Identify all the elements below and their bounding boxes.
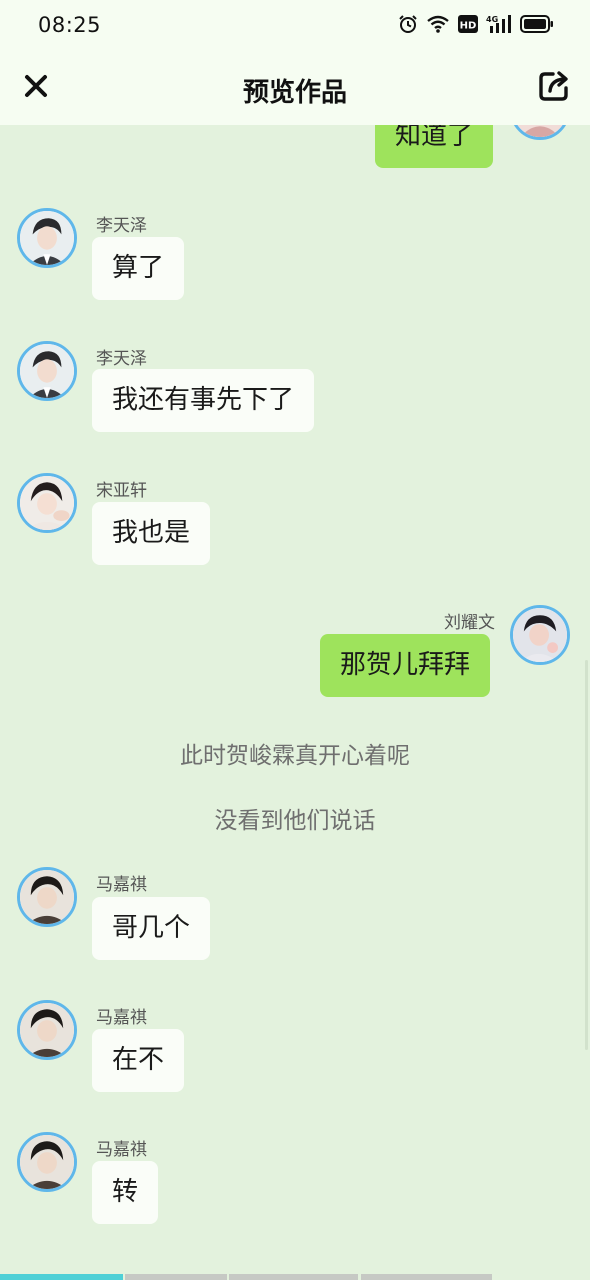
sender-name: 马嘉祺 xyxy=(96,1140,147,1160)
network-label: 4G xyxy=(486,15,498,24)
progress-segment-active xyxy=(0,1274,123,1280)
narration-text: 没看到他们说话 xyxy=(214,808,376,834)
scrollbar[interactable] xyxy=(585,660,588,1050)
status-bar: 08:25 HD 4G xyxy=(0,0,590,52)
chat-bubble-right[interactable]: 那贺儿拜拜 xyxy=(320,634,491,697)
narration-text: 此时贺峻霖真开心着呢 xyxy=(180,743,410,769)
story-progress-bar xyxy=(0,1273,590,1280)
sender-name: 刘耀文 xyxy=(444,613,495,633)
avatar[interactable] xyxy=(17,341,77,401)
sender-name: 宋亚轩 xyxy=(96,481,147,501)
progress-segment xyxy=(361,1274,492,1280)
chat-bubble-left[interactable]: 我也是 xyxy=(92,502,211,565)
avatar[interactable] xyxy=(17,1132,77,1192)
chat-preview-screen: 08:25 HD 4G 预览作品 知道了 李天泽 算了 李天泽 我还有事先下了 … xyxy=(0,0,590,1280)
status-time: 08:25 xyxy=(38,13,102,37)
chat-bubble-left[interactable]: 我还有事先下了 xyxy=(92,369,315,432)
avatar[interactable] xyxy=(17,867,77,927)
avatar[interactable] xyxy=(17,473,77,533)
sender-name: 马嘉祺 xyxy=(96,875,147,895)
4g-signal-icon: 4G xyxy=(486,14,512,34)
battery-icon xyxy=(520,14,554,34)
chat-bubble-left[interactable]: 哥几个 xyxy=(92,897,211,960)
avatar[interactable] xyxy=(510,605,570,665)
sender-name: 李天泽 xyxy=(96,216,147,236)
wifi-icon xyxy=(426,14,450,34)
hd-icon: HD xyxy=(458,14,478,34)
avatar[interactable] xyxy=(510,125,570,140)
avatar[interactable] xyxy=(17,208,77,268)
page-title: 预览作品 xyxy=(242,78,347,108)
alarm-icon xyxy=(398,14,418,34)
chat-bubble-left[interactable]: 算了 xyxy=(92,237,185,300)
avatar[interactable] xyxy=(17,1000,77,1060)
status-icons: HD 4G xyxy=(398,14,554,34)
hd-label: HD xyxy=(460,21,477,32)
sender-name: 马嘉祺 xyxy=(96,1008,147,1028)
chat-bubble-left[interactable]: 在不 xyxy=(92,1029,185,1092)
share-button[interactable] xyxy=(534,68,574,108)
share-icon xyxy=(537,69,571,107)
app-header: 预览作品 xyxy=(0,52,590,125)
sender-name: 李天泽 xyxy=(96,349,147,369)
chat-area[interactable]: 知道了 李天泽 算了 李天泽 我还有事先下了 宋亚轩 我也是 刘耀文 那贺儿拜拜… xyxy=(0,125,590,1273)
progress-segment xyxy=(229,1274,358,1280)
progress-segment xyxy=(125,1274,227,1280)
chat-bubble-right[interactable]: 知道了 xyxy=(375,125,494,168)
chat-bubble-left[interactable]: 转 xyxy=(92,1161,159,1224)
